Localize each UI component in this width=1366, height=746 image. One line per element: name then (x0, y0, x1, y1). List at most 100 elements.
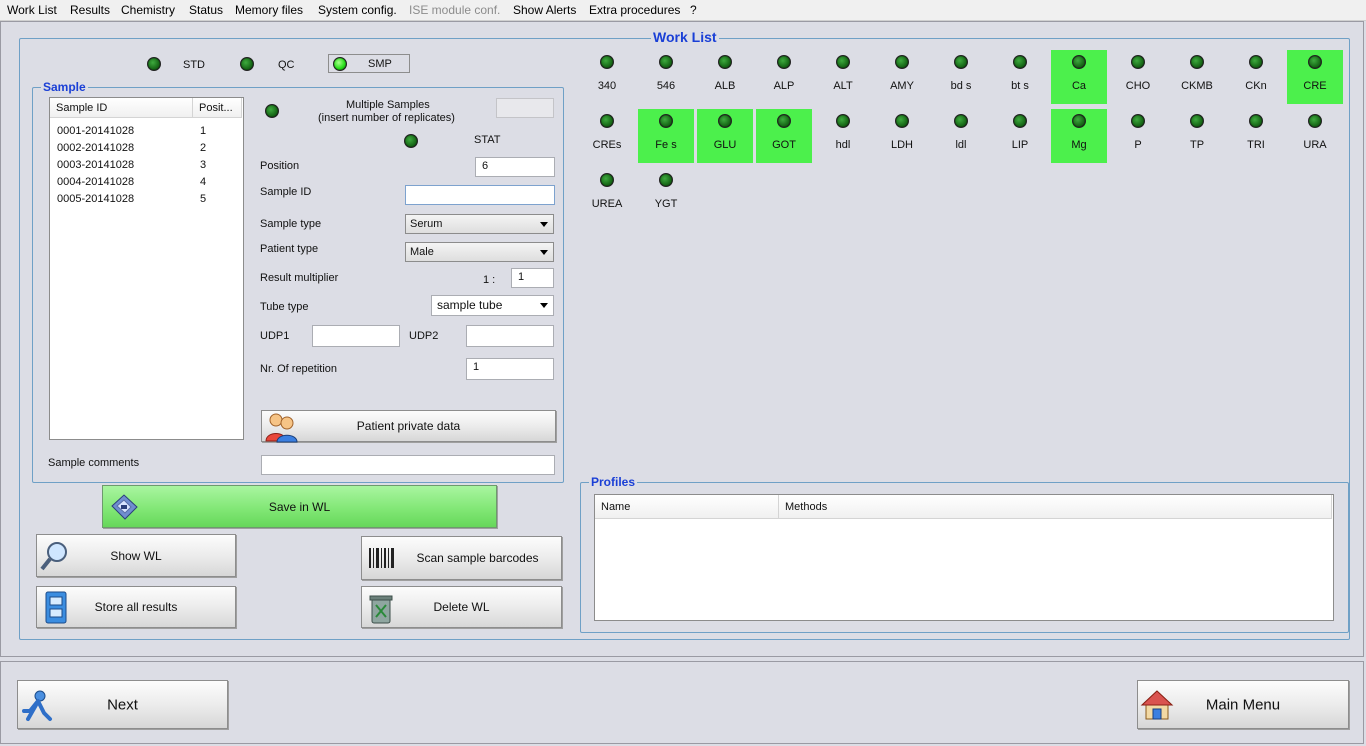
sample-comments-input[interactable] (261, 455, 555, 475)
udp1-input[interactable] (312, 325, 400, 347)
menu-show-alerts[interactable]: Show Alerts (513, 3, 576, 17)
menu-results[interactable]: Results (70, 3, 110, 17)
test-indicator (895, 55, 909, 69)
scan-sample-barcodes-button[interactable]: Scan sample barcodes (361, 536, 562, 580)
test-lip[interactable]: LIP (992, 109, 1048, 163)
test-tri[interactable]: TRI (1228, 109, 1284, 163)
smp-label: SMP (368, 58, 392, 70)
store-all-results-button[interactable]: Store all results (36, 586, 236, 628)
test-ygt[interactable]: YGT (638, 168, 694, 222)
test-urea[interactable]: UREA (579, 168, 635, 222)
multiplier-input[interactable]: 1 (511, 268, 554, 288)
position-input[interactable]: 6 (475, 157, 555, 177)
scan-sample-barcodes-label: Scan sample barcodes (416, 551, 539, 565)
test-fe-s[interactable]: Fe s (638, 109, 694, 163)
test-glu[interactable]: GLU (697, 109, 753, 163)
next-label: Next (107, 696, 138, 713)
next-button[interactable]: Next (17, 680, 228, 729)
smp-indicator (333, 57, 347, 71)
test-ldl[interactable]: ldl (933, 109, 989, 163)
menu-work-list[interactable]: Work List (7, 3, 57, 17)
patient-private-data-label: Patient private data (356, 419, 461, 433)
sample-list[interactable]: Sample ID Posit... 0001-20141028 1 0002-2… (49, 97, 244, 440)
test-indicator (895, 114, 909, 128)
udp2-input[interactable] (466, 325, 554, 347)
repetition-label: Nr. Of repetition (260, 363, 338, 375)
test-p[interactable]: P (1110, 109, 1166, 163)
test-label: Fe s (655, 139, 677, 151)
test-indicator (659, 114, 673, 128)
test-ckmb[interactable]: CKMB (1169, 50, 1225, 104)
save-in-wl-button[interactable]: Save in WL (102, 485, 497, 528)
delete-wl-label: Delete WL (433, 600, 490, 614)
multiple-samples-toggle[interactable] (265, 104, 279, 118)
work-list-title: Work List (651, 29, 719, 45)
test-alp[interactable]: ALP (756, 50, 812, 104)
column-header-methods[interactable]: Methods (779, 495, 1332, 519)
test-indicator (1249, 55, 1263, 69)
column-header-sample-id[interactable]: Sample ID (50, 98, 193, 118)
test-tp[interactable]: TP (1169, 109, 1225, 163)
menu-extra-procedures[interactable]: Extra procedures (589, 3, 680, 17)
test-cre[interactable]: CRE (1287, 50, 1343, 104)
menu-status[interactable]: Status (189, 3, 223, 17)
test-label: CKn (1245, 80, 1267, 92)
store-all-results-label: Store all results (94, 600, 178, 614)
repetition-input[interactable]: 1 (466, 358, 554, 380)
delete-wl-button[interactable]: Delete WL (361, 586, 562, 628)
test-hdl[interactable]: hdl (815, 109, 871, 163)
udp1-label: UDP1 (260, 330, 290, 342)
sample-id-input[interactable] (405, 185, 555, 205)
test-indicator (659, 173, 673, 187)
main-menu-button[interactable]: Main Menu (1137, 680, 1349, 729)
test-alt[interactable]: ALT (815, 50, 871, 104)
test-mg[interactable]: Mg (1051, 109, 1107, 163)
menu-help[interactable]: ? (690, 3, 697, 17)
menu-chemistry[interactable]: Chemistry (121, 3, 175, 17)
udp2-label: UDP2 (409, 330, 439, 342)
column-header-position[interactable]: Posit... (193, 98, 242, 118)
test-indicator (1308, 114, 1322, 128)
menu-system-config[interactable]: System config. (318, 3, 397, 17)
multiple-samples-label: Multiple Samples (346, 99, 430, 111)
test-indicator (1131, 114, 1145, 128)
sample-type-select[interactable]: Serum (405, 214, 554, 234)
tube-type-select[interactable]: sample tube (431, 295, 554, 316)
column-header-name[interactable]: Name (595, 495, 779, 519)
test-cres[interactable]: CREs (579, 109, 635, 163)
patient-type-select[interactable]: Male (405, 242, 554, 262)
test-340[interactable]: 340 (579, 50, 635, 104)
test-got[interactable]: GOT (756, 109, 812, 163)
test-bd-s[interactable]: bd s (933, 50, 989, 104)
test-label: TP (1189, 139, 1205, 151)
test-bt-s[interactable]: bt s (992, 50, 1048, 104)
test-ckn[interactable]: CKn (1228, 50, 1284, 104)
test-ldh[interactable]: LDH (874, 109, 930, 163)
test-ura[interactable]: URA (1287, 109, 1343, 163)
patient-type-label: Patient type (260, 243, 319, 255)
show-wl-button[interactable]: Show WL (36, 534, 236, 577)
test-label: ALP (773, 80, 795, 92)
menu-bar: Work List Results Chemistry Status Memor… (0, 0, 1366, 21)
test-amy[interactable]: AMY (874, 50, 930, 104)
stat-toggle[interactable] (404, 134, 418, 148)
test-ca[interactable]: Ca (1051, 50, 1107, 104)
qc-indicator[interactable] (240, 57, 254, 71)
qc-label: QC (278, 59, 295, 71)
patient-private-data-button[interactable]: Patient private data (261, 410, 556, 443)
menu-memory-files[interactable]: Memory files (235, 3, 303, 17)
test-546[interactable]: 546 (638, 50, 694, 104)
test-cho[interactable]: CHO (1110, 50, 1166, 104)
test-label: 546 (656, 80, 676, 92)
profiles-group-title: Profiles (589, 475, 638, 489)
smp-option[interactable]: SMP (328, 54, 410, 73)
test-alb[interactable]: ALB (697, 50, 753, 104)
main-menu-label: Main Menu (1205, 696, 1281, 713)
test-label: GOT (772, 139, 796, 151)
std-indicator[interactable] (147, 57, 161, 71)
show-wl-label: Show WL (110, 548, 162, 563)
profiles-list[interactable]: Name Methods (594, 494, 1334, 621)
test-label: URA (1303, 139, 1327, 151)
std-label: STD (183, 59, 205, 71)
test-indicator (718, 114, 732, 128)
